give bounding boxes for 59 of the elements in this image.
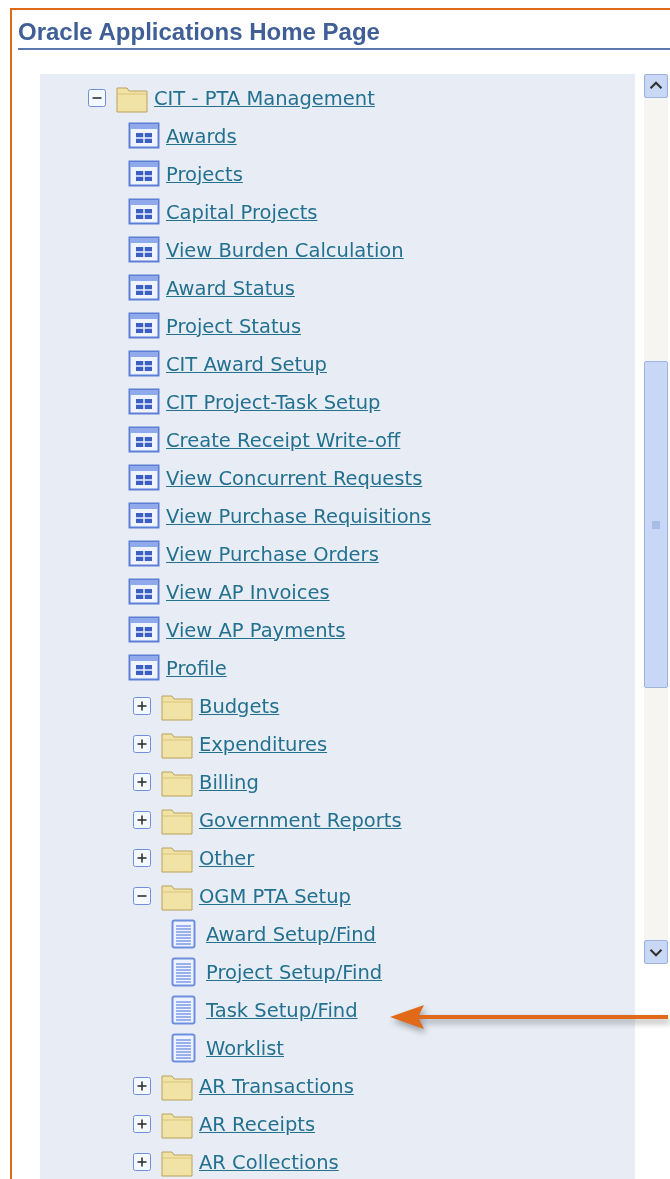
tree-link[interactable]: Create Receipt Write-off [166, 428, 401, 452]
tree-link[interactable]: Worklist [206, 1036, 285, 1060]
page-title: Oracle Applications Home Page [18, 18, 381, 46]
tree-link[interactable]: CIT - PTA Management [154, 86, 375, 110]
window-icon [128, 197, 160, 227]
expand-icon[interactable] [133, 773, 151, 791]
tree-link[interactable]: Awards [166, 124, 237, 148]
window-icon [128, 273, 160, 303]
tree-link[interactable]: Award Status [166, 276, 295, 300]
window-icon [128, 387, 160, 417]
expand-icon[interactable] [133, 697, 151, 715]
tree-link[interactable]: CIT Project-Task Setup [166, 390, 381, 414]
tree-link[interactable]: Other [199, 846, 255, 870]
scroll-up-icon[interactable] [644, 74, 668, 98]
tree-link[interactable]: View Purchase Orders [166, 542, 379, 566]
vertical-scrollbar[interactable] [644, 74, 668, 964]
tree-link[interactable]: Profile [166, 656, 227, 680]
tree-link[interactable]: AR Collections [199, 1150, 339, 1174]
window-icon [128, 501, 160, 531]
window-icon [128, 235, 160, 265]
tree-link[interactable]: CIT Award Setup [166, 352, 327, 376]
tree-link[interactable]: OGM PTA Setup [199, 884, 351, 908]
tree-link[interactable]: View AP Invoices [166, 580, 330, 604]
collapse-icon[interactable] [88, 89, 106, 107]
window-icon [128, 121, 160, 151]
tree-link[interactable]: Capital Projects [166, 200, 318, 224]
scroll-thumb[interactable] [644, 361, 668, 688]
tree-link[interactable]: View AP Payments [166, 618, 346, 642]
tree-link[interactable]: AR Receipts [199, 1112, 316, 1136]
tree-link[interactable]: Award Setup/Find [206, 922, 376, 946]
expand-icon[interactable] [133, 1077, 151, 1095]
tree-link[interactable]: Task Setup/Find [206, 998, 358, 1022]
window-icon [128, 463, 160, 493]
expand-icon[interactable] [133, 735, 151, 753]
expand-icon[interactable] [133, 811, 151, 829]
tree-link[interactable]: View Burden Calculation [166, 238, 404, 262]
window-icon [128, 539, 160, 569]
expand-icon[interactable] [133, 849, 151, 867]
collapse-icon[interactable] [133, 887, 151, 905]
tree-link[interactable]: View Purchase Requisitions [166, 504, 432, 528]
tree-link[interactable]: Billing [199, 770, 259, 794]
tree-link[interactable]: Budgets [199, 694, 280, 718]
tree-link[interactable]: Government Reports [199, 808, 402, 832]
window-icon [128, 159, 160, 189]
window-icon [128, 349, 160, 379]
window-icon [128, 653, 160, 683]
expand-icon[interactable] [133, 1115, 151, 1133]
tree-link[interactable]: Projects [166, 162, 243, 186]
window-icon [128, 311, 160, 341]
window-icon [128, 577, 160, 607]
tree-link[interactable]: AR Transactions [199, 1074, 354, 1098]
scroll-down-icon[interactable] [644, 940, 668, 964]
tree-link[interactable]: Project Setup/Find [206, 960, 383, 984]
expand-icon[interactable] [133, 1153, 151, 1171]
tree-link[interactable]: Expenditures [199, 732, 328, 756]
window-icon [128, 615, 160, 645]
tree-link[interactable]: View Concurrent Requests [166, 466, 423, 490]
tree-link[interactable]: Project Status [166, 314, 302, 338]
window-icon [128, 425, 160, 455]
